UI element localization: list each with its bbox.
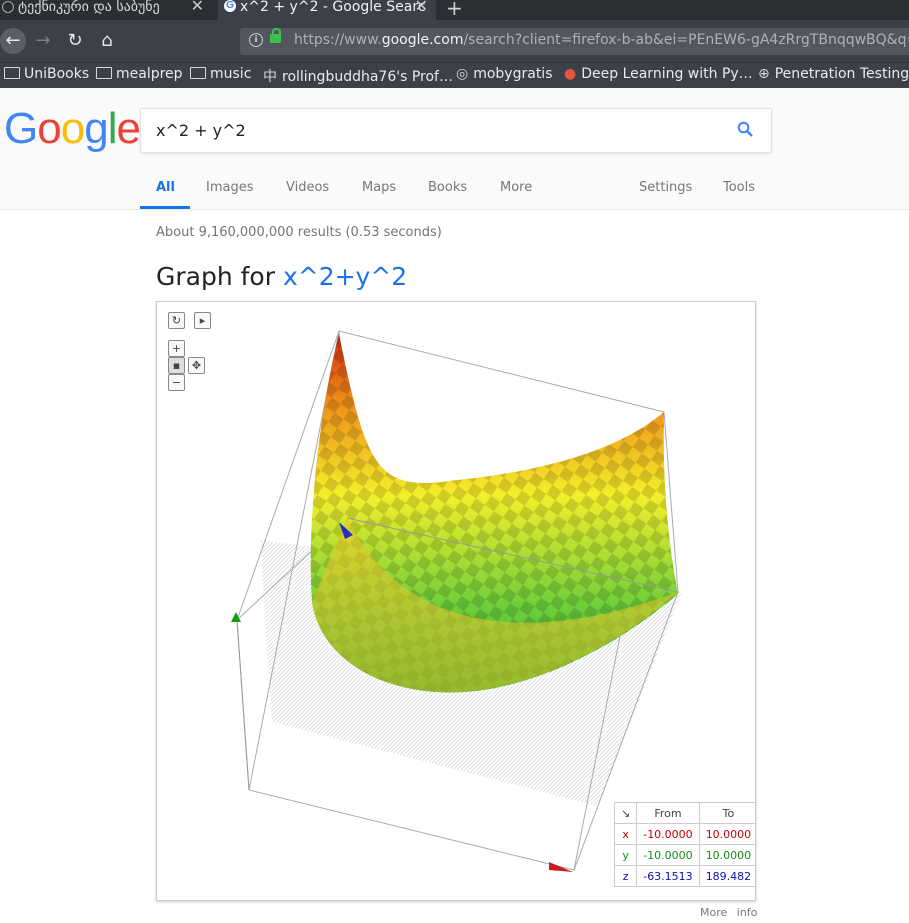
forward-arrow-icon[interactable]: → (30, 28, 56, 54)
axis-range-table: ↘ From To x -10.0000 10.0000 y -10.0000 … (613, 802, 755, 887)
axis-label-z: z (613, 865, 638, 887)
y-from-input[interactable]: -10.0000 (636, 844, 700, 866)
lock-icon (270, 28, 281, 43)
axis-label-x: x (613, 823, 638, 845)
camera-icon[interactable]: ▪ (168, 357, 185, 374)
folder-icon (4, 67, 20, 79)
tab-bar: ტექნიკური და საბუნე ✕ G x^2 + y^2 - Goog… (0, 0, 909, 20)
google-logo[interactable]: Google (4, 107, 141, 151)
graph-footer-links: More info (700, 906, 757, 919)
tab-title: ტექნიკური და საბუნე (18, 0, 160, 15)
from-header: From (636, 802, 700, 824)
z-to-input[interactable]: 189.482 (698, 865, 755, 887)
google-favicon-icon: G (224, 0, 236, 12)
bookmark-penetration-testing[interactable]: ⊕ Penetration Testing (758, 66, 909, 82)
folder-icon (96, 67, 112, 79)
tools-link[interactable]: Tools (723, 180, 755, 195)
globe-icon: ⊕ (758, 66, 770, 82)
tab-maps[interactable]: Maps (362, 180, 396, 195)
zoom-out-icon[interactable]: − (168, 374, 185, 391)
to-header: To (698, 802, 755, 824)
graph-expression-link[interactable]: x^2+y^2 (283, 262, 407, 291)
x-axis-marker (549, 862, 573, 872)
more-link[interactable]: More (700, 906, 727, 919)
divider (0, 209, 909, 210)
chinese-char-icon: 中 (263, 69, 277, 85)
moby-icon: ◎ (456, 66, 469, 82)
play-icon[interactable]: ▸ (194, 312, 211, 329)
close-icon[interactable]: ✕ (191, 0, 204, 14)
x-to-input[interactable]: 10.0000 (698, 823, 755, 845)
x-from-input[interactable]: -10.0000 (636, 823, 700, 845)
reload-icon[interactable]: ↻ (62, 28, 88, 54)
tab-images[interactable]: Images (206, 180, 254, 195)
navigation-toolbar: ← → ↻ ⌂ i https://www.google.com/search?… (0, 20, 909, 62)
collapse-icon[interactable]: ↘ (613, 802, 638, 824)
new-tab-icon[interactable]: + (446, 0, 463, 20)
info-icon[interactable]: i (249, 33, 263, 47)
tab-books[interactable]: Books (428, 180, 467, 195)
address-bar[interactable]: i https://www.google.com/search?client=f… (240, 28, 909, 55)
url-text[interactable]: https://www.google.com/search?client=fir… (294, 32, 909, 48)
tab-videos[interactable]: Videos (286, 180, 329, 195)
firefox-tab-icon (2, 1, 14, 13)
flame-icon: ● (564, 66, 577, 82)
bookmark-unibooks[interactable]: UniBooks (4, 66, 89, 82)
tab-more[interactable]: More (500, 180, 532, 195)
bookmark-rollingbuddha[interactable]: 中 rollingbuddha76's Prof… (263, 66, 453, 86)
tab-title: x^2 + y^2 - Google Searc (240, 0, 426, 15)
tab-inactive[interactable]: ტექნიკური და საბუნე ✕ (0, 0, 212, 20)
axis-label-y: y (613, 844, 638, 866)
zoom-in-icon[interactable]: + (168, 340, 185, 357)
search-icon[interactable] (737, 121, 753, 137)
y-to-input[interactable]: 10.0000 (698, 844, 755, 866)
home-icon[interactable]: ⌂ (94, 28, 120, 54)
search-input[interactable]: x^2 + y^2 (140, 108, 772, 153)
back-arrow-icon[interactable]: ← (0, 28, 26, 54)
info-link[interactable]: info (737, 906, 758, 919)
reset-icon[interactable]: ↻ (168, 312, 185, 329)
result-stats: About 9,160,000,000 results (0.53 second… (156, 225, 442, 240)
pan-icon[interactable]: ✥ (188, 357, 205, 374)
z-from-input[interactable]: -63.1513 (636, 865, 700, 887)
close-icon[interactable]: ✕ (415, 0, 428, 14)
bookmark-deep-learning[interactable]: ● Deep Learning with Py… (564, 66, 753, 82)
bookmark-music[interactable]: music (190, 66, 251, 82)
bookmark-mobygratis[interactable]: ◎ mobygratis (456, 66, 553, 82)
graph-heading: Graph for x^2+y^2 (156, 262, 408, 291)
folder-icon (190, 67, 206, 79)
tab-active[interactable]: G x^2 + y^2 - Google Searc ✕ (218, 0, 436, 20)
bookmark-mealprep[interactable]: mealprep (96, 66, 183, 82)
search-query[interactable]: x^2 + y^2 (156, 121, 246, 140)
graph-canvas[interactable]: ↻ ▸ + ▪ ✥ − ↘ From To x -10.0000 10.0000… (156, 301, 756, 901)
bookmarks-toolbar: UniBooks mealprep music 中 rollingbuddha76… (0, 62, 909, 89)
settings-link[interactable]: Settings (639, 180, 692, 195)
tab-all[interactable]: All (156, 180, 175, 195)
